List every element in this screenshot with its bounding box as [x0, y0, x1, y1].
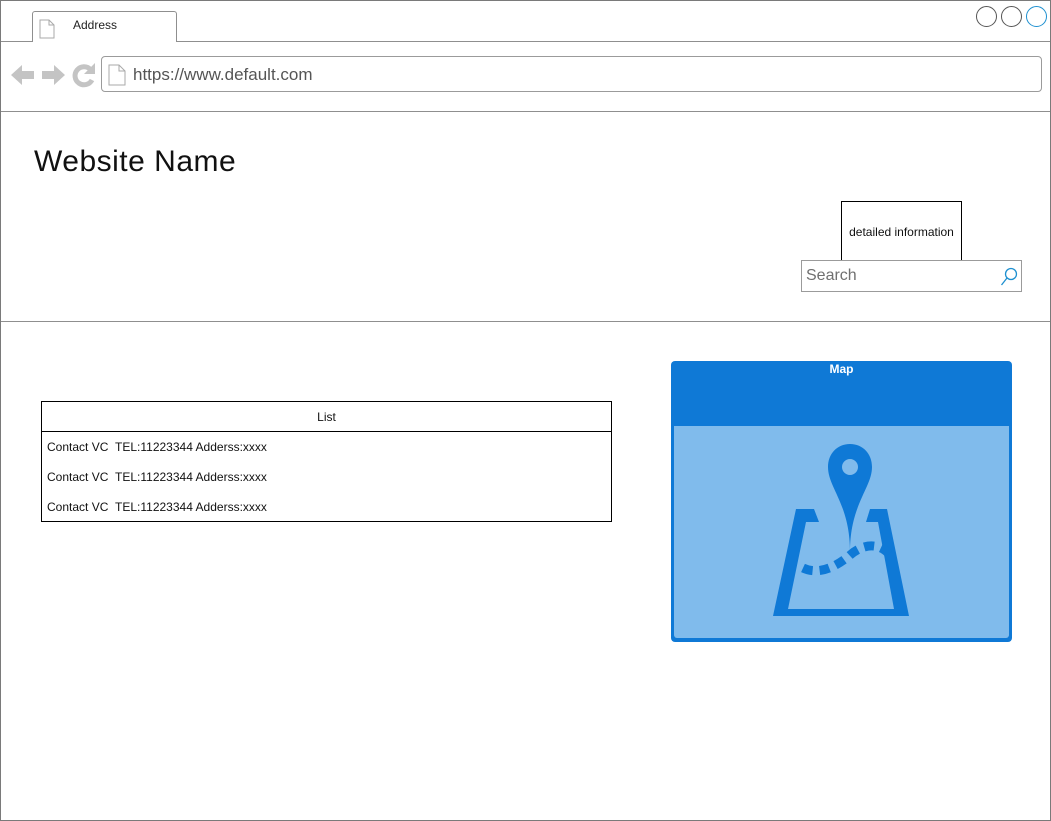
reload-icon[interactable]: [72, 63, 95, 88]
map-widget[interactable]: Map: [671, 361, 1012, 642]
search-input[interactable]: [802, 261, 994, 291]
map-header: Map: [671, 361, 1012, 425]
minimize-icon[interactable]: [976, 6, 997, 27]
forward-arrow-icon[interactable]: [42, 65, 65, 85]
back-arrow-icon[interactable]: [11, 65, 34, 85]
browser-tab[interactable]: Address: [32, 11, 177, 42]
contact-tel: TEL:11223344: [115, 470, 193, 484]
contact-address: Adderss:xxxx: [195, 440, 267, 454]
contact-address: Adderss:xxxx: [195, 470, 267, 484]
header-divider: [1, 321, 1050, 322]
contact-tel: TEL:11223344: [115, 440, 193, 454]
page-icon: [108, 64, 126, 91]
map-pin-icon: [766, 444, 916, 629]
contact-tel: TEL:11223344: [115, 500, 193, 514]
site-name: Website Name: [34, 145, 237, 178]
list-item[interactable]: Contact VC TEL:11223344 Adderss:xxxx: [42, 462, 611, 492]
list-item[interactable]: Contact VC TEL:11223344 Adderss:xxxx: [42, 432, 611, 462]
contact-address: Adderss:xxxx: [195, 500, 267, 514]
map-title: Map: [829, 362, 854, 376]
address-bar[interactable]: https://www.default.com: [101, 56, 1042, 92]
contact-name: Contact VC: [47, 440, 109, 454]
toolbar-divider: [1, 111, 1050, 112]
contact-name: Contact VC: [47, 500, 109, 514]
navigation-controls: [11, 61, 97, 94]
contact-list: List Contact VC TEL:11223344 Adderss:xxx…: [41, 401, 612, 522]
detailed-information-button[interactable]: detailed information: [841, 201, 962, 262]
contact-name: Contact VC: [47, 470, 109, 484]
close-icon[interactable]: [1026, 6, 1047, 27]
url-text: https://www.default.com: [133, 65, 313, 84]
restore-icon[interactable]: [1001, 6, 1022, 27]
tab-label: Address: [73, 18, 118, 32]
search-box: [801, 260, 1022, 292]
map-body[interactable]: [674, 426, 1009, 638]
list-title: List: [42, 402, 611, 432]
browser-window: Address https://www.default.com Website …: [0, 0, 1051, 821]
search-icon[interactable]: [1000, 267, 1018, 292]
list-item[interactable]: Contact VC TEL:11223344 Adderss:xxxx: [42, 492, 611, 522]
